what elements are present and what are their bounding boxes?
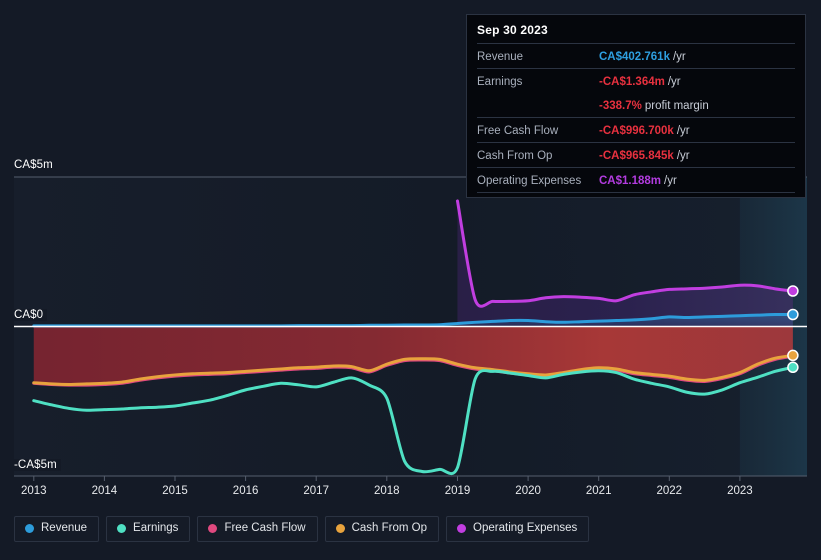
x-axis-label-2018: 2018: [374, 485, 400, 497]
tooltip-row-value-wrap: -338.7% profit margin: [599, 96, 709, 114]
tooltip-row-unit: profit margin: [644, 100, 709, 112]
legend-item-label: Revenue: [41, 522, 88, 534]
tooltip-date: Sep 30 2023: [477, 23, 548, 37]
tooltip-row-value-wrap: CA$1.188m/yr: [599, 171, 677, 189]
endpoint-marker-earnings: [787, 361, 799, 374]
tooltip-row-unit: /yr: [676, 125, 690, 137]
data-tooltip: Sep 30 2023 Revenue CA$402.761k/yr Earning…: [466, 14, 806, 198]
x-axis-label-2017: 2017: [303, 485, 329, 497]
tooltip-row-unit: /yr: [664, 175, 677, 187]
legend-item-free-cash-flow[interactable]: Free Cash Flow: [197, 516, 318, 542]
legend-color-dot-icon: [25, 524, 34, 534]
y-axis-label-top: CA$5m: [0, 159, 57, 171]
tooltip-row-value-wrap: CA$402.761k/yr: [599, 47, 686, 65]
legend-color-dot-icon: [335, 524, 345, 534]
endpoint-marker-cash-from-op: [787, 349, 799, 362]
tooltip-row-value: -338.7%: [599, 100, 642, 112]
tooltip-row-unit: /yr: [672, 51, 686, 63]
x-axis-ticks: [33, 476, 741, 481]
x-axis-label-2014: 2014: [91, 485, 118, 497]
tooltip-row-value: -CA$996.700k: [599, 125, 674, 137]
tooltip-row-value: -CA$1.364m: [599, 76, 665, 88]
tooltip-row-label: Cash From Op: [477, 150, 553, 162]
x-axis-label-2023: 2023: [727, 485, 753, 497]
tooltip-row-unit: /yr: [676, 150, 690, 162]
tooltip-rows: Revenue CA$402.761k/yr Earnings -CA$1.364m /…: [477, 43, 795, 193]
chart-legend: Revenue Earnings Free Cash Flow Cash From O…: [14, 516, 590, 542]
x-axis-label-2022: 2022: [656, 485, 683, 497]
x-axis-label-2020: 2020: [515, 485, 541, 497]
x-axis-label-2013: 2013: [21, 485, 47, 497]
tooltip-row: Revenue CA$402.761k/yr: [477, 43, 795, 68]
financial-chart-widget: CA$5m CA$0 -CA$5m 2013 2014 2015 2016 2017 20…: [0, 0, 821, 560]
legend-item-label: Earnings: [133, 522, 179, 534]
tooltip-row-value: CA$402.761k: [599, 51, 670, 63]
legend-item-label: Cash From Op: [351, 522, 428, 534]
tooltip-row-unit: /yr: [667, 76, 681, 88]
legend-item-label: Free Cash Flow: [224, 522, 306, 534]
legend-color-dot-icon: [117, 524, 127, 534]
tooltip-row: -338.7% profit margin: [477, 93, 795, 117]
tooltip-bottom-rule: [477, 192, 795, 193]
tooltip-row: Free Cash Flow -CA$996.700k/yr: [477, 117, 795, 142]
tooltip-row: Cash From Op -CA$965.845k/yr: [477, 142, 795, 167]
legend-item-revenue[interactable]: Revenue: [14, 516, 100, 542]
legend-item-earnings[interactable]: Earnings: [106, 516, 191, 542]
legend-item-cash-from-op[interactable]: Cash From Op: [324, 516, 440, 542]
x-axis-label-2015: 2015: [162, 485, 188, 497]
legend-color-dot-icon: [457, 524, 467, 534]
tooltip-row-label: Free Cash Flow: [477, 125, 559, 137]
y-axis-label-zero: CA$0: [0, 309, 48, 321]
tooltip-row: Earnings -CA$1.364m/yr: [477, 68, 795, 93]
tooltip-row-value: CA$1.188m: [599, 175, 662, 187]
y-axis-label-bottom: -CA$5m: [0, 459, 61, 471]
legend-item-operating-expenses[interactable]: Operating Expenses: [446, 516, 590, 542]
tooltip-row-value-wrap: -CA$996.700k/yr: [599, 121, 690, 139]
tooltip-row-value-wrap: -CA$1.364m/yr: [599, 72, 681, 90]
x-axis-label-2016: 2016: [232, 485, 259, 497]
endpoint-marker-operating-expenses: [787, 285, 799, 297]
tooltip-row-value: -CA$965.845k: [599, 150, 674, 162]
tooltip-row-label: Earnings: [477, 76, 523, 88]
tooltip-row-label: Operating Expenses: [477, 175, 582, 187]
endpoint-marker-revenue: [787, 308, 799, 321]
x-axis-label-2019: 2019: [444, 485, 471, 497]
tooltip-row-label: Revenue: [477, 51, 524, 63]
tooltip-row: Operating Expenses CA$1.188m/yr: [477, 167, 795, 192]
legend-item-label: Operating Expenses: [473, 522, 578, 534]
legend-color-dot-icon: [208, 524, 218, 534]
x-axis-label-2021: 2021: [585, 485, 612, 497]
tooltip-row-value-wrap: -CA$965.845k/yr: [599, 146, 690, 164]
